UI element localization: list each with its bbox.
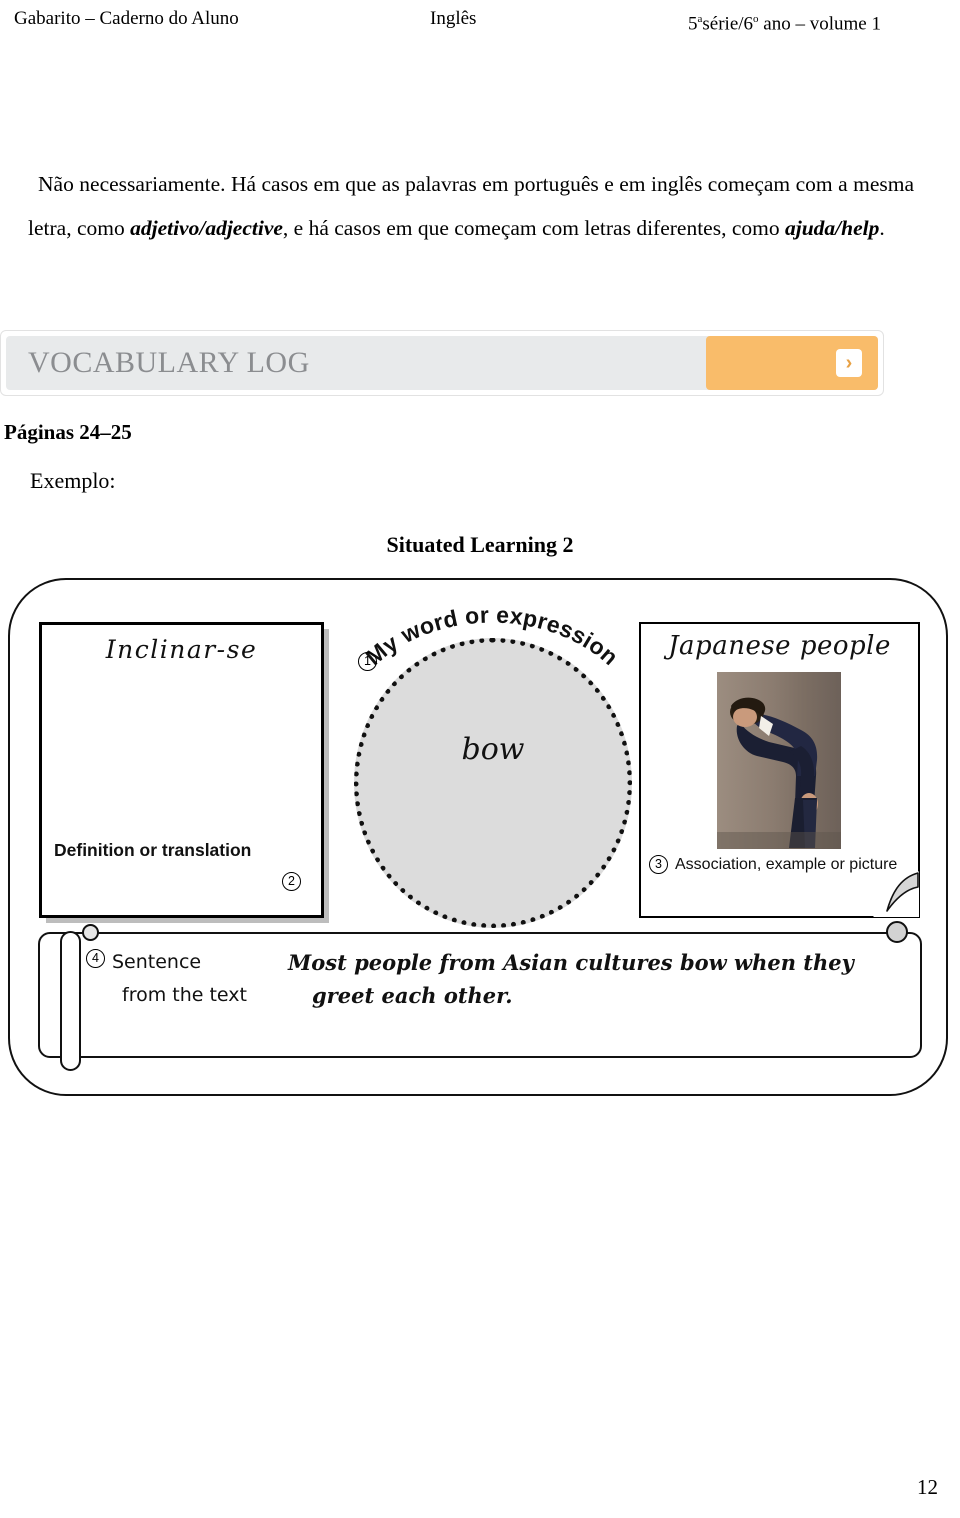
sentence-strip: 4 Sentence from the text Most people fro… xyxy=(38,921,922,1071)
definition-word-value: Inclinar-se xyxy=(105,635,258,664)
definition-card-caption: Definition or translation xyxy=(54,840,252,860)
sentence-text: Most people from Asian cultures bow when… xyxy=(288,946,888,1012)
association-card: Japanese people 3 Association, example o… xyxy=(639,622,920,918)
page-number: 12 xyxy=(917,1475,938,1499)
paragraph-emphasis-1: adjetivo/adjective xyxy=(130,215,283,240)
chevron-right-icon: › xyxy=(836,349,862,377)
sentence-text-line-2: greet each other. xyxy=(312,983,513,1008)
vocabulary-log-diagram: Inclinar-se Definition or translation 2 … xyxy=(8,578,948,1096)
sentence-label-line-1: Sentence xyxy=(112,951,202,973)
paragraph-emphasis-2: ajuda/help xyxy=(784,215,880,240)
arc-label-text: My word or expression xyxy=(361,602,624,671)
spine-knob-icon xyxy=(82,924,99,941)
header-grade-number: 5 xyxy=(688,13,698,35)
bowing-man-photo xyxy=(717,672,841,849)
word-circle-value: bow xyxy=(461,732,525,767)
header-series-text: série/6 xyxy=(702,13,754,35)
association-step-number: 3 xyxy=(649,855,668,874)
sentence-label-line-2: from the text xyxy=(122,984,247,1006)
definition-card: Inclinar-se Definition or translation 2 xyxy=(39,622,324,918)
word-circle-arc-label: My word or expression xyxy=(361,602,624,671)
vocabulary-log-title: VOCABULARY LOG xyxy=(28,346,310,379)
paragraph-text-3: . xyxy=(879,215,885,240)
association-card-caption: Association, example or picture xyxy=(675,855,898,873)
page-header: Gabarito – Caderno do Aluno Inglês 5asér… xyxy=(0,8,960,34)
definition-step-number: 2 xyxy=(282,872,301,891)
vocabulary-log-banner-inner: VOCABULARY LOG › xyxy=(6,336,878,390)
association-word-value: Japanese people xyxy=(668,631,891,661)
sentence-spine xyxy=(60,924,99,1071)
folded-corner-icon xyxy=(873,871,919,917)
sentence-text-line-1: Most people from Asian cultures bow when… xyxy=(288,950,854,975)
header-volume-text: ano – volume 1 xyxy=(758,13,881,35)
word-circle-group: bow My word or expression 1 xyxy=(354,602,632,928)
answer-paragraph: Não necessariamente. Há casos em que as … xyxy=(28,162,914,250)
header-center-subject: Inglês xyxy=(430,8,477,29)
situated-learning-title: Situated Learning 2 xyxy=(386,532,574,557)
vocabulary-log-banner[interactable]: VOCABULARY LOG › xyxy=(0,330,884,396)
word-circle-step-number: 1 xyxy=(358,652,377,671)
strip-knob-icon xyxy=(886,921,908,943)
sentence-label: Sentence from the text xyxy=(112,946,262,1012)
sentence-step-number: 4 xyxy=(86,949,105,968)
pages-label: Páginas 24–25 xyxy=(4,420,132,444)
header-right-edition: 5asérie/6o ano – volume 1 xyxy=(688,8,881,35)
example-label: Exemplo: xyxy=(30,468,116,493)
header-left-title: Gabarito – Caderno do Aluno xyxy=(14,8,239,29)
vocabulary-log-next-button[interactable]: › xyxy=(706,336,878,390)
paragraph-text-2: , e há casos em que começam com letras d… xyxy=(282,215,785,240)
